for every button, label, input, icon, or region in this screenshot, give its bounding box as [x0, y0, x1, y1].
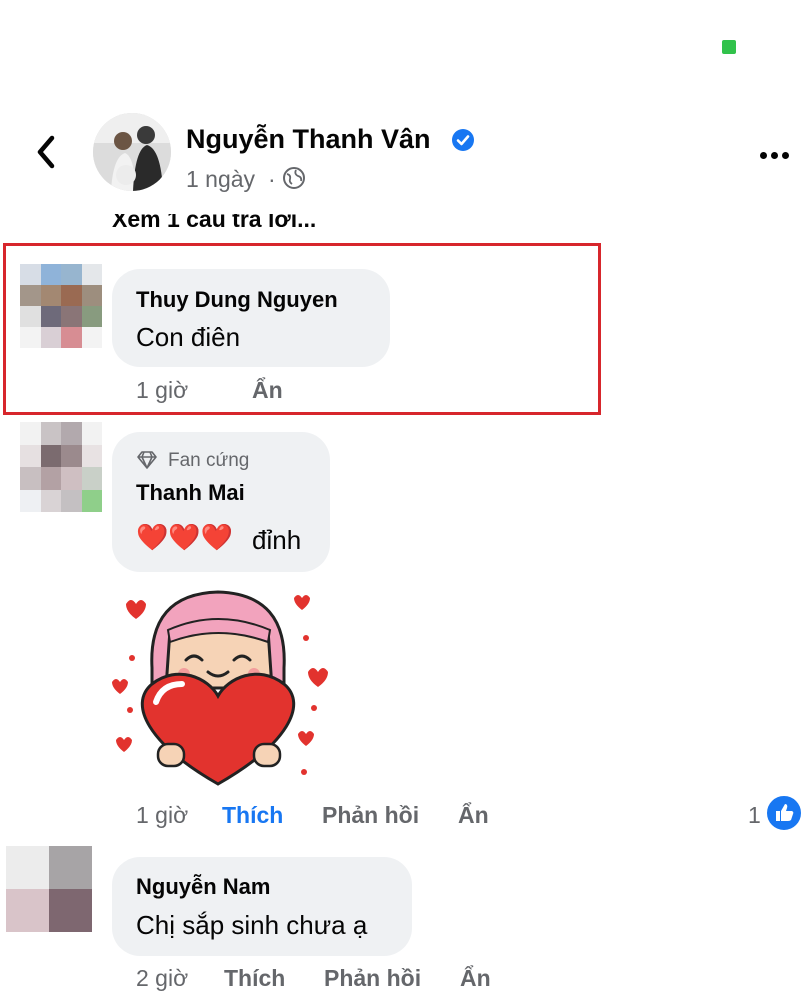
commenter-avatar[interactable]: [20, 264, 102, 348]
chevron-left-icon: [37, 135, 55, 169]
more-horizontal-icon: [760, 152, 767, 159]
comment-time[interactable]: 1 giờ: [136, 377, 188, 404]
author-avatar[interactable]: [93, 113, 171, 191]
comment-time[interactable]: 1 giờ: [136, 802, 188, 829]
commenter-avatar[interactable]: [20, 422, 102, 512]
verified-badge-icon: [451, 128, 475, 152]
like-button[interactable]: Thích: [224, 965, 285, 992]
hide-button[interactable]: Ẩn: [458, 802, 489, 829]
commenter-name[interactable]: Nguyễn Nam: [136, 874, 270, 900]
heart-emojis: ❤️❤️❤️: [136, 523, 234, 553]
reply-button[interactable]: Phản hồi: [324, 965, 421, 992]
heart-girl-sticker[interactable]: [108, 584, 330, 790]
back-button[interactable]: [30, 132, 64, 172]
comment-bubble[interactable]: [112, 857, 412, 956]
commenter-avatar[interactable]: [6, 846, 92, 932]
hide-button[interactable]: Ẩn: [252, 377, 283, 404]
status-indicator: [722, 40, 736, 54]
time-separator: ·: [268, 166, 276, 192]
commenter-name[interactable]: Thuy Dung Nguyen: [136, 287, 338, 313]
like-count[interactable]: 1: [748, 802, 761, 829]
globe-icon: [282, 166, 306, 190]
hide-button[interactable]: Ẩn: [460, 965, 491, 992]
comment-text: đỉnh: [252, 525, 302, 555]
post-author-name[interactable]: Nguyễn Thanh Vân: [186, 124, 431, 155]
like-button[interactable]: Thích: [222, 802, 283, 829]
comment-time[interactable]: 2 giờ: [136, 965, 188, 992]
comment-text: Con điên: [136, 322, 241, 352]
post-timestamp[interactable]: 1 ngày: [186, 166, 255, 193]
more-options-button[interactable]: [760, 146, 796, 159]
diamond-icon: [136, 450, 158, 470]
comment-text: Chị sắp sinh chưa ạ: [136, 910, 368, 940]
fan-badge-label: Fan cứng: [168, 450, 250, 471]
commenter-name[interactable]: Thanh Mai: [136, 480, 245, 506]
reply-button[interactable]: Phản hồi: [322, 802, 419, 829]
view-replies-link[interactable]: Xem 1 câu trả lời...: [112, 214, 316, 233]
avatar-photo: [93, 113, 171, 191]
thumbs-up-icon[interactable]: [765, 794, 803, 832]
